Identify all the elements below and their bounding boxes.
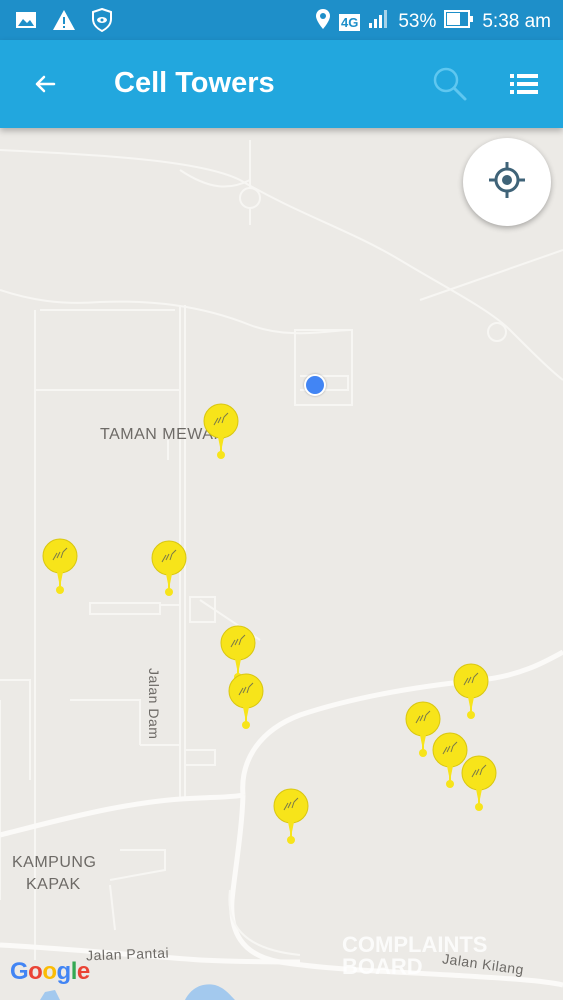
cell-tower-marker[interactable] — [202, 403, 242, 463]
page-title: Cell Towers — [114, 67, 275, 99]
arrow-left-icon[interactable] — [30, 69, 60, 99]
cell-tower-marker[interactable] — [460, 755, 500, 815]
google-logo: Google — [10, 958, 90, 986]
map-label-kapak: KAPAK — [26, 876, 81, 893]
watermark: COMPLAINTS BOARD — [300, 934, 487, 978]
status-bar: 4G 53% 5:38 am — [0, 0, 563, 40]
battery-percent: 53% — [398, 11, 437, 32]
cell-tower-icon — [461, 755, 497, 811]
map-view[interactable]: TAMAN MEWAH Jalan Dam KAMPUNG KAPAK Jala… — [0, 128, 563, 1000]
cell-tower-icon — [453, 663, 489, 719]
location-pin-icon — [315, 8, 331, 36]
google-letter-g: G — [10, 958, 29, 985]
cell-tower-marker[interactable] — [227, 673, 267, 733]
cell-tower-icon — [273, 788, 309, 844]
map-label-jalan-pantai: Jalan Pantai — [85, 944, 170, 964]
list-icon[interactable] — [508, 70, 540, 98]
shield-eye-icon — [90, 8, 114, 32]
crosshair-icon — [487, 160, 527, 205]
map-label-jalan-dam: Jalan Dam — [146, 668, 162, 740]
watermark-line-2: BOARD — [342, 954, 423, 979]
cell-tower-icon — [42, 538, 78, 594]
cell-tower-marker[interactable] — [452, 663, 492, 723]
cell-tower-marker[interactable] — [272, 788, 312, 848]
user-location-dot — [304, 374, 326, 396]
battery-icon — [444, 10, 474, 34]
google-letter-o2: o — [42, 958, 57, 985]
warning-icon — [52, 8, 76, 32]
clock: 5:38 am — [482, 11, 551, 32]
cell-tower-icon — [203, 403, 239, 459]
cell-tower-icon — [228, 673, 264, 729]
search-icon[interactable] — [432, 66, 468, 102]
map-label-kampung: KAMPUNG — [12, 854, 97, 871]
cell-tower-marker[interactable] — [150, 540, 190, 600]
google-letter-e: e — [76, 958, 90, 985]
image-icon — [14, 8, 38, 32]
google-letter-g2: g — [56, 958, 72, 985]
network-type: 4G — [338, 13, 361, 31]
cell-tower-icon — [151, 540, 187, 596]
cell-tower-marker[interactable] — [41, 538, 81, 598]
signal-icon — [368, 9, 390, 35]
my-location-button[interactable] — [463, 138, 551, 226]
app-bar: Cell Towers — [0, 40, 563, 128]
google-letter-o1: o — [28, 958, 43, 985]
watermark-line-1: COMPLAINTS — [342, 932, 488, 957]
